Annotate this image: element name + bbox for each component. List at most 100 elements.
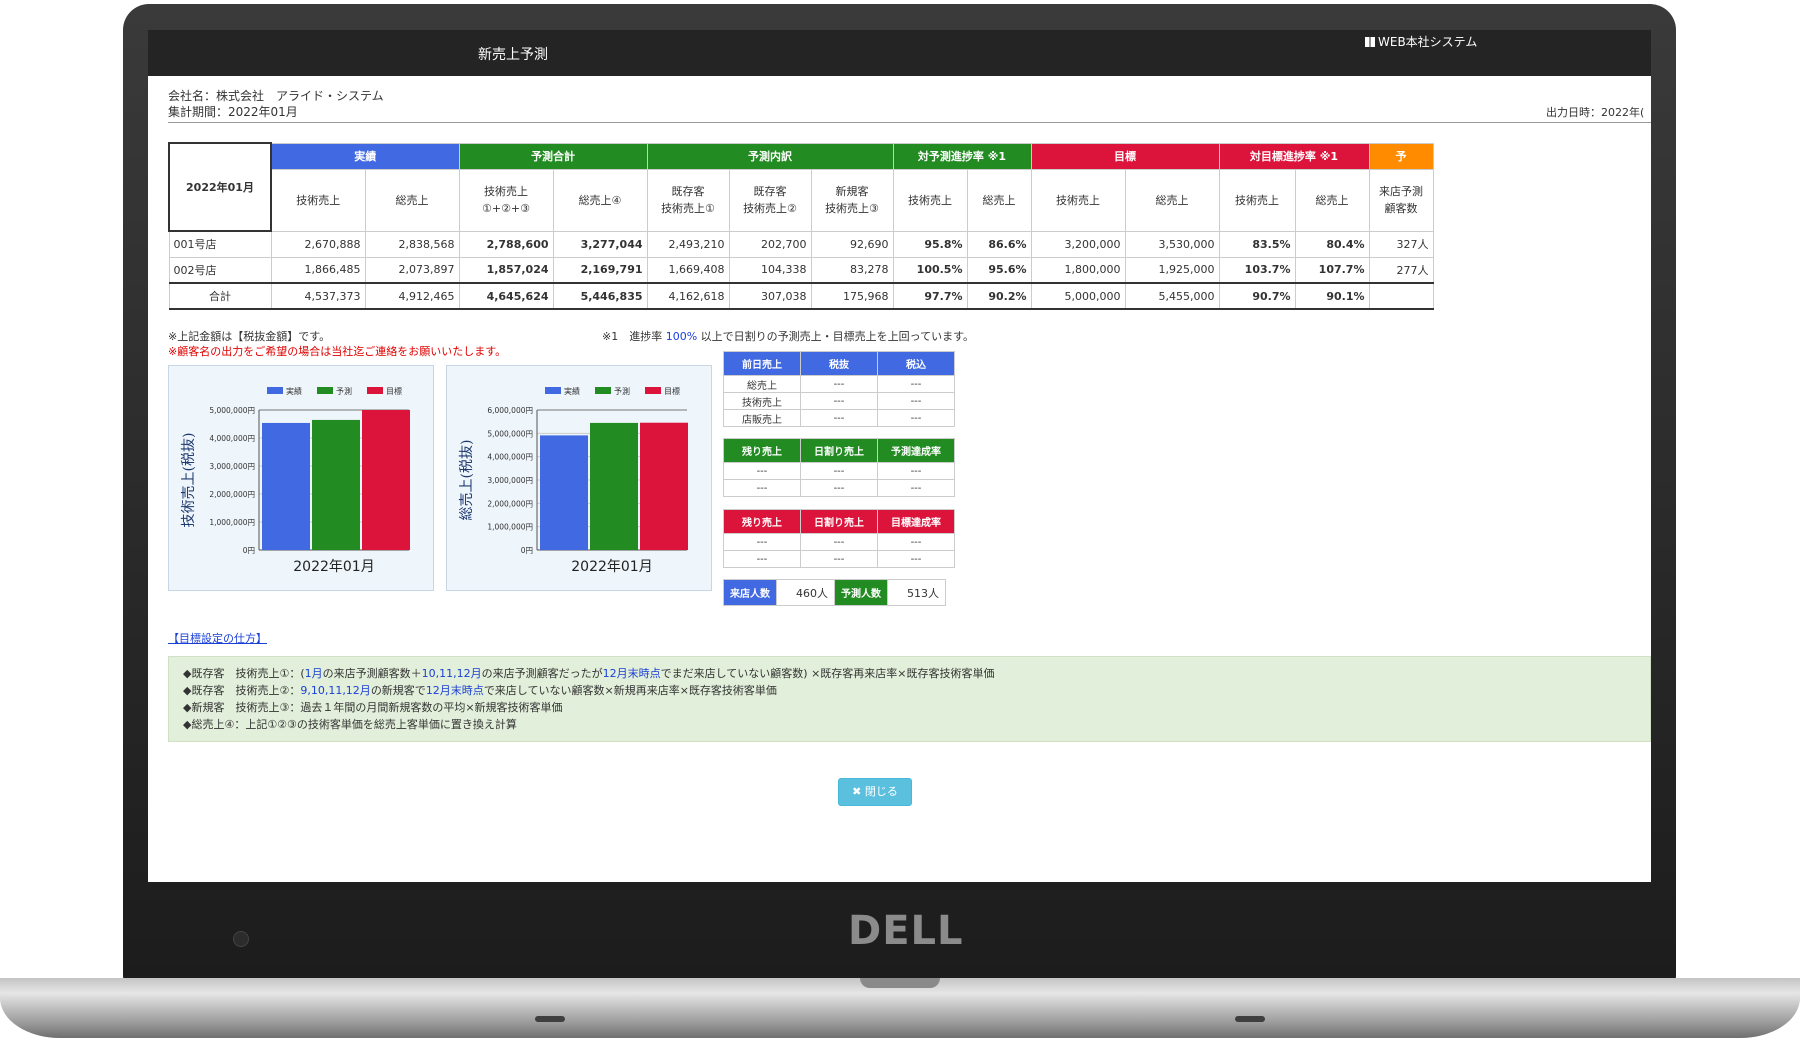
table-cell: 2,670,888 xyxy=(270,230,366,258)
webcam xyxy=(233,931,249,947)
column-header-line: 顧客数 xyxy=(1384,202,1418,215)
laptop-notch xyxy=(860,978,940,988)
small-table-header: 残り売上 xyxy=(723,438,801,463)
small-table-row: 技術売上 --- --- xyxy=(723,392,955,410)
column-header-line: 技術売上 xyxy=(1235,193,1279,207)
column-header: 既存客 技術売上① xyxy=(646,168,730,232)
legend-swatch xyxy=(367,387,383,394)
progress-note-pre: ※1 進捗率 xyxy=(602,330,666,343)
table-cell: 1,925,000 xyxy=(1124,256,1220,284)
small-table-cell: --- xyxy=(877,462,955,480)
formula-part: 12月末時点 xyxy=(602,667,661,680)
group-header: 予測合計 xyxy=(458,142,648,170)
table-cell: 2,169,791 xyxy=(552,256,648,284)
total-sales-chart-svg: 実績 予測 目標 0円 1,000,000円 2,000,000円 3,000,000円 4,… xyxy=(459,386,688,575)
table-row: 002号店 1,866,485 2,073,897 1,857,024 2,169,79… xyxy=(168,256,1434,284)
y-tick-label: 3,000,000円 xyxy=(209,462,255,471)
formula-part: の来店予測顧客数＋ xyxy=(322,667,422,680)
table-cell: 1,866,485 xyxy=(270,256,366,284)
column-header: 既存客 技術売上② xyxy=(728,168,812,232)
bar xyxy=(312,419,360,550)
column-header: 技術売上 xyxy=(1218,168,1296,232)
y-tick-label: 2,000,000円 xyxy=(209,490,255,499)
store-name: 合計 xyxy=(168,282,272,310)
small-table-cell: --- xyxy=(877,550,955,568)
dell-logo: DELL xyxy=(848,908,964,954)
small-table-cell: --- xyxy=(877,392,955,410)
formula-part: ◆総売上④：上記①②③の技術客単価を総売上客単価に置き換え計算 xyxy=(183,718,517,731)
table-cell: 4,162,618 xyxy=(646,282,730,310)
table-row: 001号店 2,670,888 2,838,568 2,788,600 3,277,04… xyxy=(168,230,1434,258)
small-table-cell: --- xyxy=(800,375,878,393)
column-header-line: 新規客 xyxy=(835,185,869,198)
y-tick-label: 0円 xyxy=(521,546,533,555)
legend-label: 目標 xyxy=(386,386,402,396)
small-table-cell: --- xyxy=(800,462,878,480)
output-date: 出力日時：2022年( xyxy=(1546,106,1645,119)
y-tick-label: 1,000,000円 xyxy=(487,523,533,532)
column-header-line: 技術売上 xyxy=(484,185,528,198)
table-cell: 83,278 xyxy=(810,256,894,284)
group-header: 目標 xyxy=(1030,142,1220,170)
legend-label: 実績 xyxy=(286,386,302,396)
brand-text: WEB本社システム xyxy=(1378,35,1478,49)
table-cell: 5,000,000 xyxy=(1030,282,1126,310)
y-tick-label: 6,000,000円 xyxy=(487,406,533,415)
target-setting-link[interactable]: 【目標設定の仕方】 xyxy=(168,630,267,646)
column-header: 総売上 xyxy=(966,168,1032,232)
column-header: 総売上 xyxy=(1124,168,1220,232)
group-header: 対目標進捗率 ※1 xyxy=(1218,142,1370,170)
column-header-line: 来店予測 xyxy=(1379,185,1423,198)
y-tick-label: 4,000,000円 xyxy=(209,434,255,443)
small-table-cell: --- xyxy=(877,533,955,551)
small-table-row: --- --- --- xyxy=(723,533,955,551)
close-button[interactable]: ✖ 閉じる xyxy=(838,778,912,806)
table-cell: 1,800,000 xyxy=(1030,256,1126,284)
bar xyxy=(540,435,588,550)
table-cell: 103.7% xyxy=(1218,256,1296,284)
small-table-cell: --- xyxy=(723,533,801,551)
table-cell: 4,912,465 xyxy=(364,282,460,310)
column-header-line: 総売上 xyxy=(395,193,429,207)
brand-label: WEB本社システム xyxy=(1365,33,1477,50)
grid-icon xyxy=(1365,37,1375,47)
y-tick-label: 5,000,000円 xyxy=(487,429,533,438)
small-table-cell: --- xyxy=(800,550,878,568)
target-remaining-table: 残り売上 日割り売上 目標達成率 --- --- --- --- --- --- xyxy=(723,509,955,568)
title-bar: 新売上予測 WEB本社システム xyxy=(148,30,1651,76)
group-header: 予 xyxy=(1368,142,1434,170)
small-table-row: --- --- --- xyxy=(723,462,955,480)
legend-swatch xyxy=(645,387,661,394)
table-cell: 90.7% xyxy=(1218,282,1296,310)
table-cell: 107.7% xyxy=(1294,256,1370,284)
small-table-row: --- --- --- xyxy=(723,550,955,568)
formula-part: ◆既存客 技術売上②： xyxy=(183,684,301,697)
legend-swatch xyxy=(317,387,333,394)
formula-part: で来店していない顧客数×新規再来店率×既存客技術客単価 xyxy=(483,684,777,697)
small-table-row: --- --- --- xyxy=(723,479,955,497)
legend-label: 実績 xyxy=(564,386,580,396)
formula-line: ◆既存客 技術売上①：(1月の来店予測顧客数＋10,11,12月の来店予測顧客だ… xyxy=(183,665,1636,682)
column-header-line: 技術売上 xyxy=(908,193,952,207)
table-cell: 92,690 xyxy=(810,230,894,258)
column-header-line: 総売上 xyxy=(1155,193,1189,207)
column-header: 総売上 xyxy=(1294,168,1370,232)
window-title: 新売上予測 xyxy=(478,47,548,63)
small-table-row: 店販売上 --- --- xyxy=(723,409,955,427)
table-cell: 2,838,568 xyxy=(364,230,460,258)
table-cell: 104,338 xyxy=(728,256,812,284)
table-cell: 327人 xyxy=(1368,230,1434,258)
table-cell: 3,530,000 xyxy=(1124,230,1220,258)
laptop-foot xyxy=(535,1016,565,1022)
small-table-cell: --- xyxy=(800,533,878,551)
small-table-header: 日割り売上 xyxy=(800,509,878,534)
y-tick-label: 3,000,000円 xyxy=(487,476,533,485)
table-cell xyxy=(1368,282,1434,310)
small-table-cell: --- xyxy=(800,409,878,427)
total-sales-chart: 実績 予測 目標 0円 1,000,000円 2,000,000円 3,000,000円 4,… xyxy=(446,365,712,591)
formula-part: ◆既存客 技術売上①：( xyxy=(183,667,305,680)
column-header-line: 既存客 xyxy=(671,185,705,198)
group-header: 実績 xyxy=(270,142,460,170)
table-cell: 5,455,000 xyxy=(1124,282,1220,310)
small-table-cell: --- xyxy=(723,462,801,480)
